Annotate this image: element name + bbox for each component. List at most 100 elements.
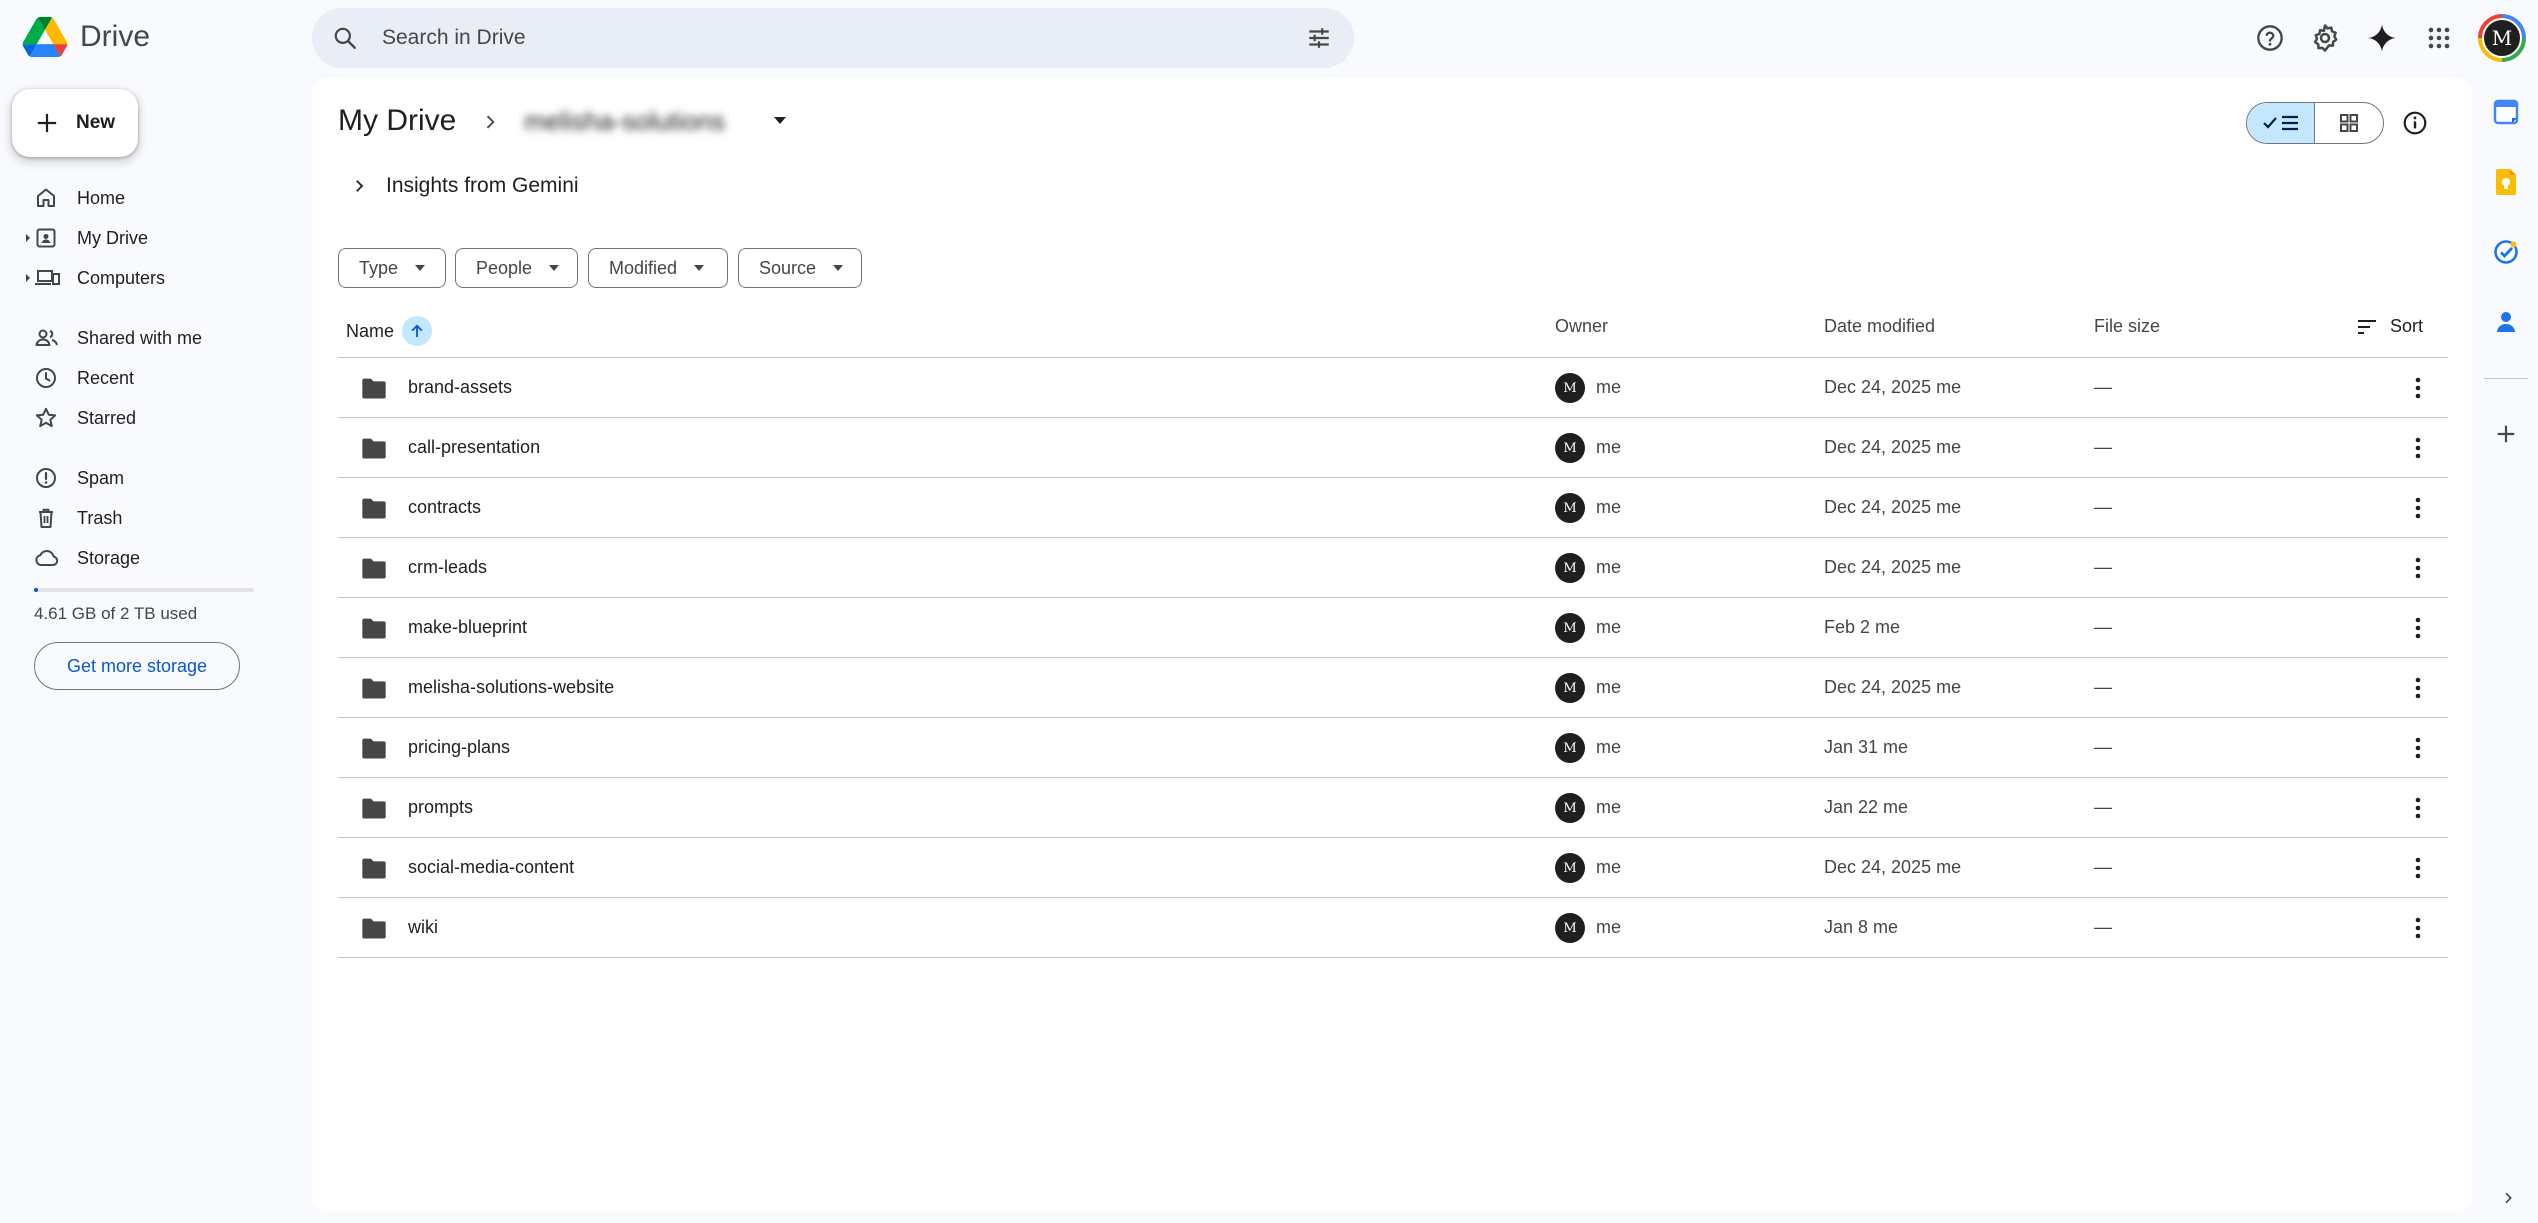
storage-usage-text: 4.61 GB of 2 TB used: [34, 604, 198, 623]
calendar-app-icon[interactable]: [2490, 96, 2522, 128]
owner-avatar: M: [1555, 613, 1585, 643]
more-actions-icon[interactable]: [2402, 852, 2434, 884]
file-name: call-presentation: [408, 437, 541, 457]
column-header-owner[interactable]: Owner: [1555, 316, 1608, 337]
owner-avatar: M: [1555, 913, 1585, 943]
nav-item-shared-with-me[interactable]: Shared with me: [20, 320, 300, 356]
file-name: brand-assets: [408, 377, 513, 397]
my-drive-icon: [34, 226, 58, 250]
info-icon[interactable]: [2394, 102, 2436, 144]
expand-caret-icon[interactable]: [24, 232, 32, 244]
dropdown-arrow-icon: [415, 265, 426, 271]
hide-side-panel-chevron-icon[interactable]: [2492, 1182, 2524, 1214]
spam-icon: [34, 466, 58, 490]
table-row[interactable]: call-presentation Mme Dec 24, 2025 me —: [338, 418, 2448, 478]
nav-item-home[interactable]: Home: [20, 180, 300, 216]
tasks-app-icon[interactable]: [2490, 236, 2522, 268]
nav-item-storage[interactable]: Storage: [20, 540, 300, 576]
owner: me: [1596, 857, 1622, 877]
more-actions-icon[interactable]: [2402, 672, 2434, 704]
expand-caret-icon[interactable]: [24, 272, 32, 284]
nav-item-my-drive[interactable]: My Drive: [20, 220, 300, 256]
more-actions-icon[interactable]: [2402, 912, 2434, 944]
date-modified: Jan 22 me: [1824, 797, 1909, 817]
breadcrumb-folder[interactable]: melisha-solutions: [524, 106, 725, 137]
more-actions-icon[interactable]: [2402, 612, 2434, 644]
grid-view-button[interactable]: [2315, 103, 2383, 143]
more-actions-icon[interactable]: [2402, 372, 2434, 404]
column-header-name[interactable]: Name: [346, 316, 433, 346]
folder-icon: [360, 374, 388, 402]
avatar-initials: M: [2482, 18, 2522, 58]
table-row[interactable]: contracts Mme Dec 24, 2025 me —: [338, 478, 2448, 538]
table-row[interactable]: brand-assets Mme Dec 24, 2025 me —: [338, 358, 2448, 418]
nav-item-recent[interactable]: Recent: [20, 360, 300, 396]
nav-item-trash[interactable]: Trash: [20, 500, 300, 536]
keep-app-icon[interactable]: [2490, 166, 2522, 198]
file-name: melisha-solutions-website: [408, 677, 615, 697]
filter-chip-source[interactable]: Source: [738, 248, 862, 288]
search-bar[interactable]: Search in Drive: [312, 8, 1354, 68]
filter-chip-label: Modified: [609, 257, 678, 278]
contacts-app-icon[interactable]: [2490, 306, 2522, 338]
nav-label: Shared with me: [77, 328, 203, 348]
computers-icon: [34, 266, 60, 290]
more-actions-icon[interactable]: [2402, 432, 2434, 464]
more-actions-icon[interactable]: [2402, 552, 2434, 584]
folder-icon: [360, 554, 388, 582]
storage-usage-fill: [34, 588, 39, 592]
file-size: —: [2094, 737, 2112, 757]
column-header-date-modified[interactable]: Date modified: [1824, 316, 1935, 337]
search-icon[interactable]: [332, 25, 358, 51]
table-row[interactable]: prompts Mme Jan 22 me —: [338, 778, 2448, 838]
table-row[interactable]: crm-leads Mme Dec 24, 2025 me —: [338, 538, 2448, 598]
search-options-icon[interactable]: [1306, 25, 1332, 51]
folder-icon: [360, 794, 388, 822]
sort-ascending-arrow-icon[interactable]: [402, 316, 433, 346]
drive-logo-icon: [22, 17, 68, 57]
file-name: make-blueprint: [408, 617, 528, 637]
get-more-storage-button[interactable]: Get more storage: [34, 642, 240, 690]
more-actions-icon[interactable]: [2402, 792, 2434, 824]
table-row[interactable]: make-blueprint Mme Feb 2 me —: [338, 598, 2448, 658]
file-name: crm-leads: [408, 557, 488, 577]
new-button[interactable]: New: [12, 89, 138, 157]
add-addon-plus-icon[interactable]: [2490, 418, 2522, 450]
insights-from-gemini[interactable]: Insights from Gemini: [350, 174, 579, 198]
insights-label: Insights from Gemini: [386, 174, 579, 197]
column-header-file-size[interactable]: File size: [2094, 316, 2160, 337]
sort-label: Sort: [2390, 316, 2424, 336]
breadcrumb-dropdown-icon[interactable]: [772, 116, 788, 126]
filter-chip-type[interactable]: Type: [338, 248, 446, 288]
nav-label: Recent: [77, 368, 135, 388]
settings-gear-icon[interactable]: [2304, 17, 2346, 59]
date-modified: Dec 24, 2025 me: [1824, 437, 1962, 457]
apps-grid-icon[interactable]: [2418, 17, 2460, 59]
nav-item-starred[interactable]: Starred: [20, 400, 300, 436]
more-actions-icon[interactable]: [2402, 492, 2434, 524]
home-icon: [34, 186, 58, 210]
filter-chip-people[interactable]: People: [455, 248, 578, 288]
date-modified: Dec 24, 2025 me: [1824, 677, 1962, 697]
table-row[interactable]: pricing-plans Mme Jan 31 me —: [338, 718, 2448, 778]
nav-item-computers[interactable]: Computers: [20, 260, 300, 296]
breadcrumb-chevron-icon: [480, 112, 500, 132]
drive-logo[interactable]: Drive: [22, 16, 150, 58]
page-title[interactable]: My Drive: [338, 104, 456, 138]
account-avatar[interactable]: M: [2478, 14, 2526, 62]
search-input[interactable]: Search in Drive: [382, 26, 1306, 50]
gemini-sparkle-icon[interactable]: [2361, 17, 2403, 59]
filter-chip-label: Type: [359, 257, 399, 278]
filter-chip-modified[interactable]: Modified: [588, 248, 728, 288]
dropdown-arrow-icon: [549, 265, 560, 271]
nav-item-spam[interactable]: Spam: [20, 460, 300, 496]
list-view-button[interactable]: [2247, 103, 2315, 143]
table-row[interactable]: melisha-solutions-website Mme Dec 24, 2025…: [338, 658, 2448, 718]
more-actions-icon[interactable]: [2402, 732, 2434, 764]
table-row[interactable]: wiki Mme Jan 8 me —: [338, 898, 2448, 958]
file-size: —: [2094, 497, 2112, 517]
filter-chip-label: Source: [759, 257, 817, 278]
sort-button[interactable]: Sort: [2356, 316, 2423, 337]
table-row[interactable]: social-media-content Mme Dec 24, 2025 me —: [338, 838, 2448, 898]
help-icon[interactable]: [2249, 17, 2291, 59]
